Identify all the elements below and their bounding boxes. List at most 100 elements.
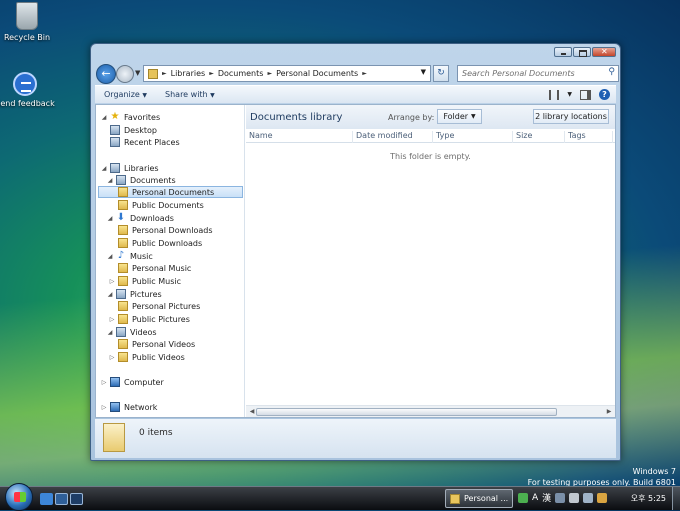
crumb-libraries[interactable]: Libraries — [171, 69, 206, 78]
scrollbar-thumb[interactable] — [256, 408, 557, 416]
ime-mode-indicator[interactable]: A — [532, 493, 538, 503]
column-type[interactable]: Type — [433, 131, 513, 143]
library-locations-button[interactable]: 2 library locations — [533, 109, 609, 124]
search-icon[interactable]: ⚲ — [608, 67, 615, 77]
scroll-right-icon[interactable]: ▶ — [605, 408, 613, 415]
tree-item-network[interactable]: ▷ Network — [100, 401, 157, 413]
organize-label: Organize — [104, 90, 140, 99]
tree-item-public-downloads[interactable]: Public Downloads — [116, 237, 202, 249]
tree-item-music[interactable]: ◢ ♪ Music — [106, 250, 153, 262]
pictures-icon — [116, 289, 126, 299]
preview-pane-icon[interactable] — [580, 89, 591, 100]
search-input[interactable] — [458, 66, 598, 81]
crumb-separator-icon[interactable]: ► — [209, 70, 214, 77]
show-desktop-quicklaunch-icon[interactable] — [55, 493, 68, 505]
expand-icon[interactable]: ▷ — [100, 404, 108, 411]
tree-item-personal-pictures[interactable]: Personal Pictures — [116, 300, 200, 312]
tree-item-personal-music[interactable]: Personal Music — [116, 262, 191, 274]
folder-large-icon — [103, 423, 125, 452]
tree-item-personal-downloads[interactable]: Personal Downloads — [116, 224, 212, 236]
column-size[interactable]: Size — [513, 131, 565, 143]
language-bar-icon[interactable] — [518, 492, 528, 503]
chevron-down-icon: ▼ — [471, 113, 476, 120]
refresh-button[interactable]: ↻ — [433, 65, 449, 82]
tree-label: Personal Music — [132, 263, 192, 273]
horizontal-scrollbar[interactable]: ◀ ▶ — [246, 405, 615, 417]
network-tray-icon[interactable] — [569, 492, 580, 503]
tree-item-videos[interactable]: ◢ Videos — [106, 326, 157, 338]
column-tags[interactable]: Tags — [565, 131, 613, 143]
collapse-icon[interactable]: ◢ — [100, 165, 108, 172]
ime-hanja-indicator[interactable]: 漢 — [542, 491, 551, 504]
crumb-personal-documents[interactable]: Personal Documents — [276, 69, 358, 78]
tree-item-computer[interactable]: ▷ Computer — [100, 376, 164, 388]
forward-button[interactable] — [116, 65, 134, 83]
recent-pages-dropdown[interactable]: ▼ — [135, 69, 140, 77]
switch-windows-icon[interactable] — [70, 493, 83, 505]
collapse-icon[interactable]: ◢ — [106, 215, 114, 222]
expand-icon[interactable]: ▷ — [108, 278, 116, 285]
minimize-button[interactable] — [554, 47, 572, 57]
taskbar: Personal ... A 漢 오후 5:25 — [0, 483, 680, 511]
share-with-menu[interactable]: Share with ▼ — [156, 90, 224, 99]
help-icon[interactable]: ? — [599, 89, 610, 100]
views-icon[interactable] — [549, 89, 560, 100]
action-center-icon[interactable] — [597, 492, 608, 503]
close-button[interactable] — [592, 47, 616, 57]
recycle-bin-shortcut[interactable]: Recycle Bin — [0, 2, 57, 42]
collapse-icon[interactable]: ◢ — [100, 114, 108, 121]
collapse-icon[interactable]: ◢ — [106, 329, 114, 336]
tree-item-documents[interactable]: ◢ Documents — [106, 174, 176, 186]
views-dropdown-icon[interactable]: ▼ — [567, 91, 572, 98]
expand-icon[interactable]: ▷ — [108, 354, 116, 361]
tree-label: Personal Pictures — [132, 301, 201, 311]
tree-item-personal-videos[interactable]: Personal Videos — [116, 338, 195, 350]
volume-icon[interactable] — [583, 492, 594, 503]
tree-item-recent-places[interactable]: Recent Places — [108, 136, 180, 148]
tree-item-pictures[interactable]: ◢ Pictures — [106, 288, 162, 300]
tree-label: Public Documents — [132, 200, 204, 210]
content-area: ◢ ★ Favorites Desktop Recent Places ◢ Libra… — [95, 104, 616, 418]
arrange-by-dropdown[interactable]: Folder ▼ — [437, 109, 482, 124]
crumb-documents[interactable]: Documents — [218, 69, 264, 78]
crumb-separator-icon[interactable]: ► — [267, 70, 272, 77]
show-desktop-button[interactable] — [672, 487, 680, 510]
back-button[interactable]: ← — [96, 64, 116, 84]
library-folder-icon — [148, 68, 158, 79]
tree-item-personal-documents[interactable]: Personal Documents — [98, 186, 243, 198]
column-name[interactable]: Name — [246, 131, 353, 143]
crumb-separator-icon[interactable]: ► — [162, 70, 167, 77]
tree-item-desktop[interactable]: Desktop — [108, 124, 157, 136]
collapse-icon[interactable]: ◢ — [106, 177, 114, 184]
command-bar: Organize ▼ Share with ▼ ▼ ? — [95, 85, 616, 103]
tree-item-favorites[interactable]: ◢ ★ Favorites — [100, 111, 160, 123]
taskbar-button-explorer[interactable]: Personal ... — [445, 489, 513, 508]
send-feedback-shortcut[interactable]: Send feedback — [0, 72, 55, 108]
scroll-left-icon[interactable]: ◀ — [248, 408, 256, 415]
clock[interactable]: 오후 5:25 — [631, 493, 666, 504]
chevron-down-icon: ▼ — [210, 92, 215, 99]
ime-options-icon[interactable] — [555, 492, 566, 503]
address-dropdown-icon[interactable]: ▼ — [421, 68, 426, 76]
videos-folder-icon — [118, 339, 128, 349]
tree-item-public-music[interactable]: ▷ Public Music — [108, 275, 181, 287]
maximize-button[interactable] — [573, 47, 591, 57]
tree-item-libraries[interactable]: ◢ Libraries — [100, 162, 159, 174]
collapse-icon[interactable]: ◢ — [106, 253, 114, 260]
library-title: Documents library — [250, 111, 343, 123]
tree-item-public-documents[interactable]: Public Documents — [116, 199, 204, 211]
tree-item-downloads[interactable]: ◢ ⬇ Downloads — [106, 212, 174, 224]
organize-menu[interactable]: Organize ▼ — [95, 90, 156, 99]
watermark-os: Windows 7 — [632, 467, 676, 476]
tree-item-public-pictures[interactable]: ▷ Public Pictures — [108, 313, 190, 325]
address-bar[interactable]: ► Libraries ► Documents ► Personal Docum… — [143, 65, 431, 82]
crumb-separator-icon[interactable]: ► — [362, 70, 367, 77]
expand-icon[interactable]: ▷ — [108, 316, 116, 323]
start-button[interactable] — [5, 483, 33, 511]
tree-item-public-videos[interactable]: ▷ Public Videos — [108, 351, 185, 363]
internet-explorer-icon[interactable] — [40, 493, 53, 505]
collapse-icon[interactable]: ◢ — [106, 291, 114, 298]
expand-icon[interactable]: ▷ — [100, 379, 108, 386]
column-date-modified[interactable]: Date modified — [353, 131, 433, 143]
search-box: ⚲ — [457, 65, 619, 82]
